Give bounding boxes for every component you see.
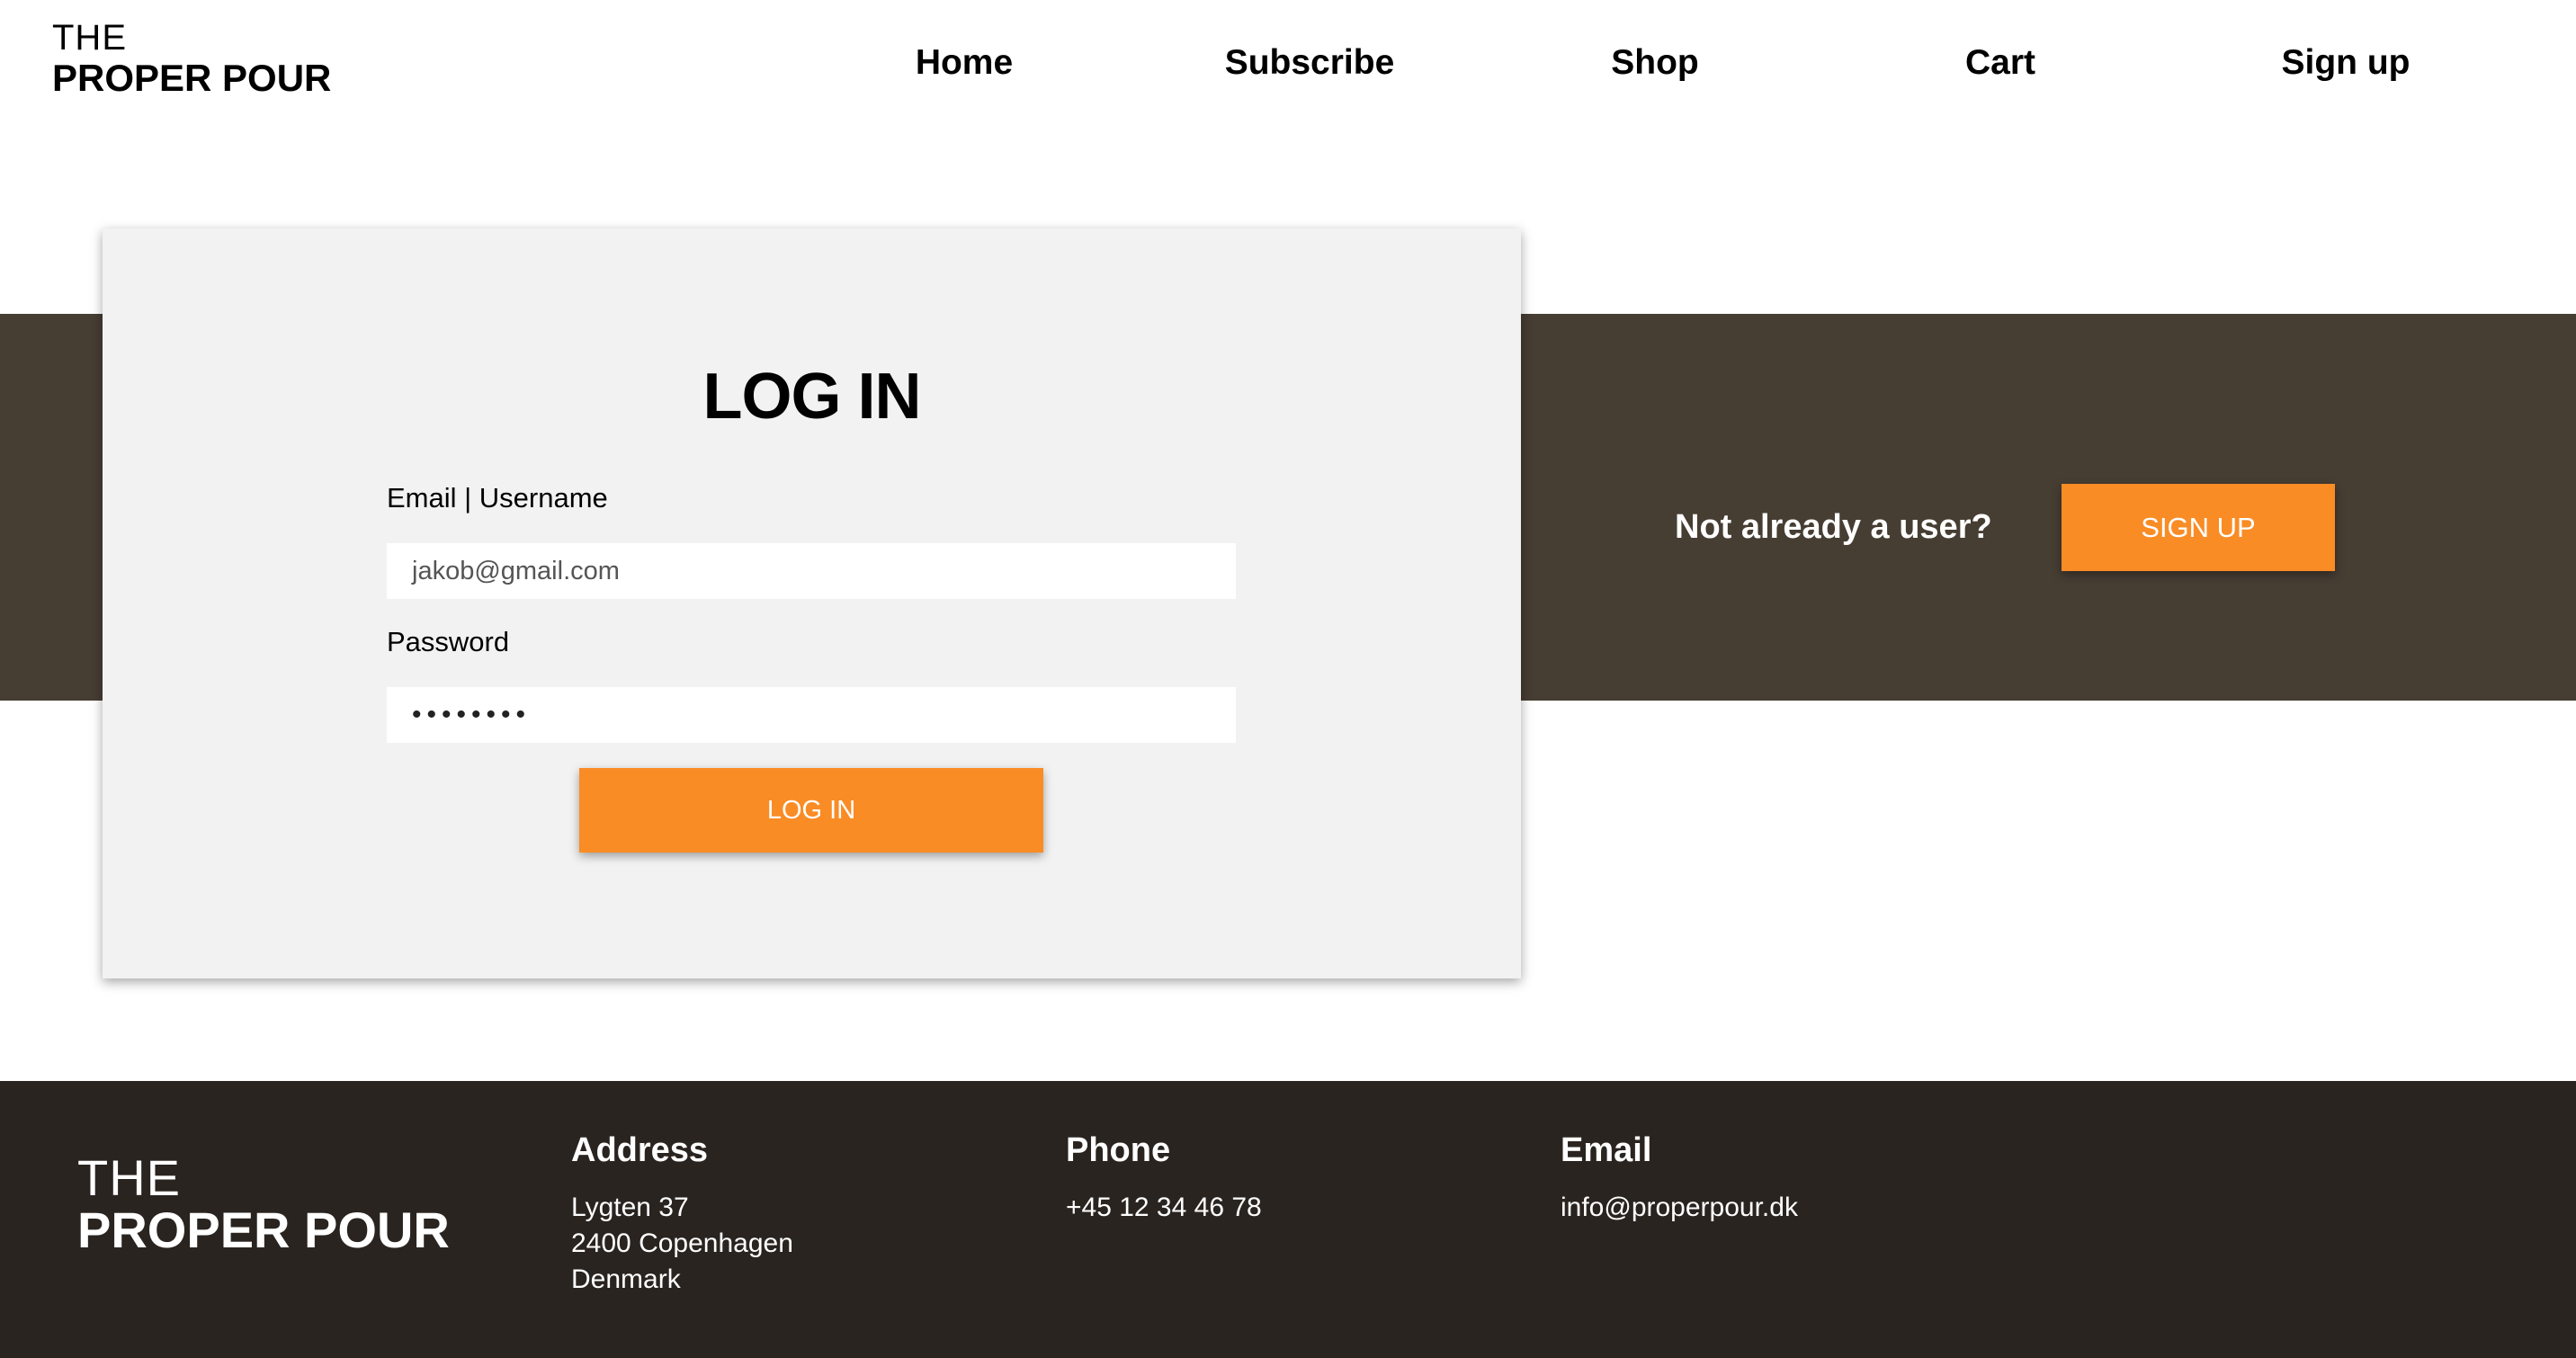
email-field[interactable]: jakob@gmail.com [387, 543, 1236, 599]
nav-sign-up[interactable]: Sign up [2173, 0, 2518, 126]
footer-email: Email info@properpour.dk [1561, 1131, 1798, 1226]
logo-line-1: THE [52, 18, 127, 58]
not-a-user-text: Not already a user? [1675, 508, 1992, 546]
footer-logo[interactable]: THE PROPER POUR [77, 1153, 450, 1255]
footer-logo-line-2: PROPER POUR [77, 1202, 450, 1258]
password-label: Password [387, 626, 510, 657]
log-in-button[interactable]: LOG IN [579, 768, 1043, 853]
email-address[interactable]: info@properpour.dk [1561, 1190, 1798, 1226]
email-label: Email | Username [387, 482, 608, 514]
address-line: Lygten 37 [571, 1193, 689, 1222]
footer-address: Address Lygten 37 2400 Copenhagen Denmar… [571, 1131, 793, 1298]
login-card: LOG IN Email | Username jakob@gmail.com … [103, 228, 1521, 978]
address-line: 2400 Copenhagen [571, 1228, 793, 1258]
nav-shop[interactable]: Shop [1482, 0, 1828, 126]
sign-up-button[interactable]: SIGN UP [2062, 484, 2335, 571]
address-heading: Address [571, 1131, 709, 1169]
phone-heading: Phone [1066, 1131, 1171, 1169]
footer-phone: Phone +45 12 34 46 78 [1066, 1131, 1262, 1226]
logo-line-2: PROPER POUR [52, 57, 332, 99]
phone-number: +45 12 34 46 78 [1066, 1193, 1262, 1222]
login-title: LOG IN [702, 361, 922, 433]
nav-subscribe[interactable]: Subscribe [1137, 0, 1482, 126]
footer-logo-line-1: THE [77, 1149, 181, 1206]
site-footer: THE PROPER POUR Address Lygten 37 2400 C… [0, 1081, 2576, 1358]
email-heading: Email [1561, 1131, 1652, 1169]
nav-cart[interactable]: Cart [1828, 0, 2173, 126]
main-nav: Home Subscribe Shop Cart Sign up [792, 0, 2518, 126]
site-logo[interactable]: THE PROPER POUR [52, 20, 331, 97]
address-line: Denmark [571, 1264, 681, 1294]
password-field[interactable]: •••••••• [387, 687, 1236, 743]
nav-home[interactable]: Home [792, 0, 1137, 126]
